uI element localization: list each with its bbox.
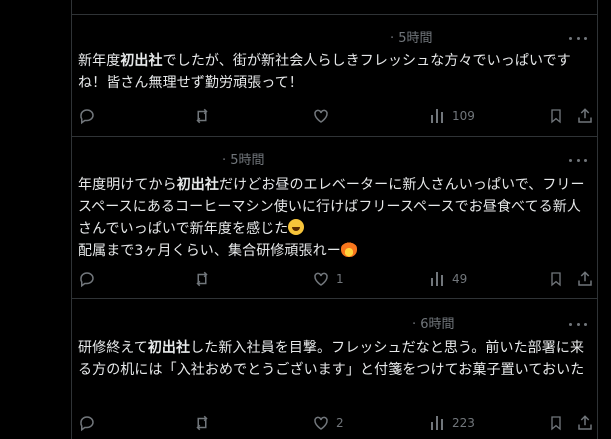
bookmark-icon <box>551 272 561 287</box>
tweet-text: 研修終えて初出社した新入社員を目撃。フレッシュだなと思う。前いた部署に来る方の机… <box>78 340 585 378</box>
views-button[interactable]: 109 <box>430 104 475 128</box>
share-button[interactable] <box>576 104 594 128</box>
like-button[interactable] <box>312 104 330 128</box>
like-icon <box>314 109 328 123</box>
post-divider <box>72 14 597 15</box>
tweet-actions: 109 <box>72 104 597 128</box>
reply-button[interactable] <box>78 411 96 435</box>
tweet-timestamp[interactable]: · 6時間 <box>412 316 455 334</box>
post-divider <box>72 298 597 299</box>
tweet-actions: 2 223 <box>72 411 597 435</box>
views-count: 49 <box>452 272 468 286</box>
tweet[interactable]: · 6時間 研修終えて初出社した新入社員を目撃。フレッシュだなと思う。前いた部署… <box>72 316 597 439</box>
tweet-text: 新年度初出社でしたが、街が新社会人らしきフレッシュな方々でいっぱいですね！皆さん… <box>78 53 571 91</box>
tweet[interactable]: · 5時間 年度明けてから初出社だけどお昼のエレベーターに新人さんいっぱいで、フ… <box>72 152 597 298</box>
like-icon <box>314 416 328 430</box>
share-icon <box>578 271 592 286</box>
tweet-text: 年度明けてから初出社だけどお昼のエレベーターに新人さんいっぱいで、フリースペース… <box>78 177 585 259</box>
tweet-actions: 1 49 <box>72 267 597 291</box>
face-with-tears-of-joy-icon <box>288 219 305 235</box>
views-button[interactable]: 223 <box>430 411 475 435</box>
views-icon <box>431 272 443 286</box>
like-icon <box>314 272 328 286</box>
share-icon <box>578 108 592 123</box>
like-button[interactable]: 2 <box>312 411 344 435</box>
views-button[interactable]: 49 <box>430 267 467 291</box>
tweet-timestamp[interactable]: · 5時間 <box>222 152 265 170</box>
like-button[interactable]: 1 <box>312 267 344 291</box>
bookmark-button[interactable] <box>548 104 564 128</box>
views-icon <box>431 416 443 430</box>
views-count: 109 <box>452 109 475 123</box>
repost-icon <box>196 108 208 124</box>
repost-button[interactable] <box>192 411 212 435</box>
likes-count: 1 <box>336 272 344 286</box>
repost-button[interactable] <box>192 267 212 291</box>
likes-count: 2 <box>336 416 344 430</box>
bookmark-icon <box>551 416 561 431</box>
share-button[interactable] <box>576 411 594 435</box>
reply-icon <box>80 109 94 125</box>
fire-icon <box>340 241 357 257</box>
bookmark-button[interactable] <box>548 411 564 435</box>
repost-icon <box>196 271 208 287</box>
reply-button[interactable] <box>78 267 96 291</box>
bookmark-button[interactable] <box>548 267 564 291</box>
repost-icon <box>196 415 208 431</box>
views-icon <box>431 109 443 123</box>
share-icon <box>578 415 592 430</box>
tweet[interactable]: · 5時間 新年度初出社でしたが、街が新社会人らしきフレッシュな方々でいっぱいで… <box>72 30 597 136</box>
timeline-right-border <box>597 0 598 439</box>
reply-icon <box>80 272 94 288</box>
more-icon[interactable] <box>569 154 587 166</box>
reply-icon <box>80 416 94 432</box>
repost-button[interactable] <box>192 104 212 128</box>
share-button[interactable] <box>576 267 594 291</box>
post-divider <box>72 136 597 137</box>
bookmark-icon <box>551 109 561 124</box>
more-icon[interactable] <box>569 32 587 44</box>
reply-button[interactable] <box>78 104 96 128</box>
more-icon[interactable] <box>569 318 587 330</box>
views-count: 223 <box>452 416 475 430</box>
tweet-timestamp[interactable]: · 5時間 <box>390 30 433 48</box>
